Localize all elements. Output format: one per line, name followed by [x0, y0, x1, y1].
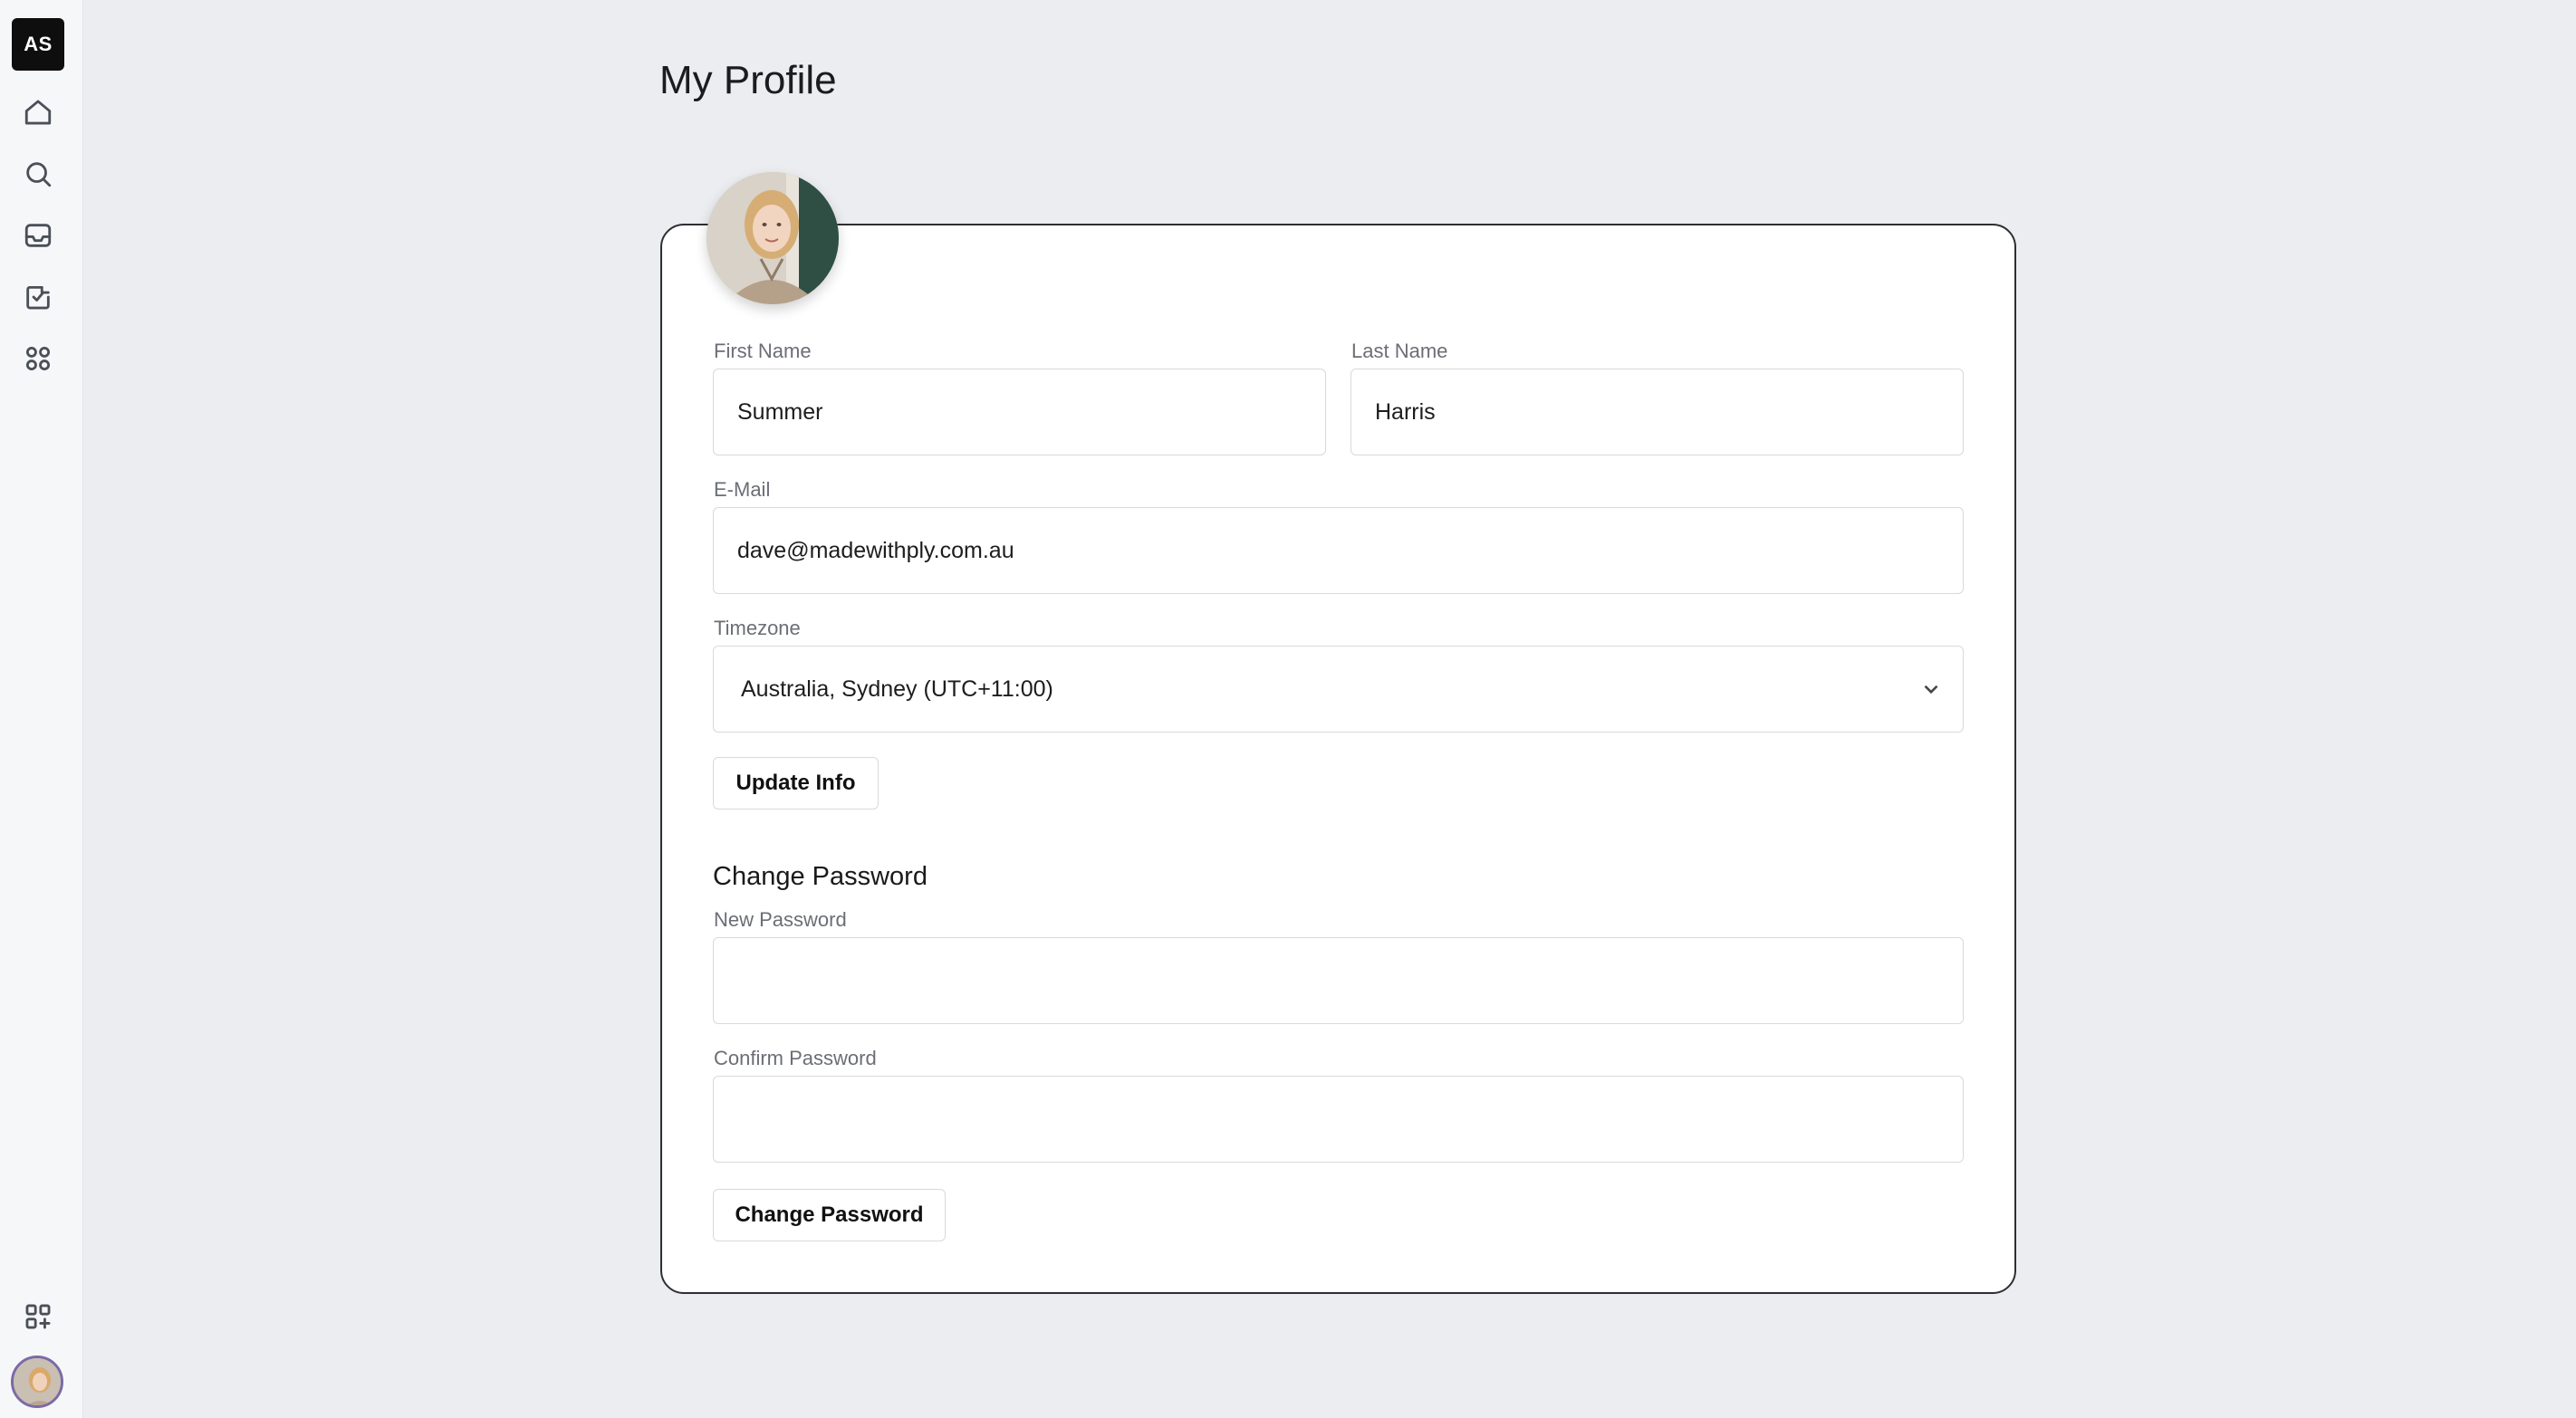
timezone-select[interactable]: Australia, Sydney (UTC+11:00) [713, 646, 1964, 733]
chevron-down-icon [1919, 677, 1943, 701]
tasks-icon[interactable] [20, 279, 56, 315]
email-input[interactable]: dave@madewithply.com.au [713, 507, 1964, 594]
change-password-heading: Change Password [713, 862, 928, 891]
confirm-password-input[interactable] [713, 1076, 1964, 1163]
profile-photo[interactable] [706, 172, 839, 304]
inbox-icon[interactable] [20, 217, 56, 254]
email-value: dave@madewithply.com.au [737, 537, 1014, 563]
first-name-input[interactable]: Summer [713, 369, 1326, 455]
update-info-button[interactable]: Update Info [713, 757, 879, 810]
profile-photo-icon [706, 172, 839, 304]
last-name-input[interactable]: Harris [1350, 369, 1964, 455]
avatar-photo-icon [14, 1358, 61, 1405]
home-icon[interactable] [20, 94, 56, 130]
last-name-label: Last Name [1351, 340, 1448, 362]
new-password-input[interactable] [713, 937, 1964, 1024]
timezone-value: Australia, Sydney (UTC+11:00) [741, 675, 1053, 702]
timezone-label: Timezone [714, 617, 801, 639]
page-title: My Profile [659, 58, 837, 102]
email-label: E-Mail [714, 478, 771, 501]
change-password-button[interactable]: Change Password [713, 1189, 946, 1241]
first-name-value: Summer [737, 398, 823, 425]
confirm-password-label: Confirm Password [714, 1047, 877, 1069]
sidebar: AS [0, 0, 83, 1418]
new-password-label: New Password [714, 908, 847, 931]
apps-icon[interactable] [20, 340, 56, 377]
add-app-icon[interactable] [20, 1298, 56, 1335]
search-icon[interactable] [20, 156, 56, 192]
user-avatar[interactable] [11, 1356, 63, 1408]
workspace-logo[interactable]: AS [12, 18, 64, 71]
first-name-label: First Name [714, 340, 812, 362]
last-name-value: Harris [1375, 398, 1436, 425]
